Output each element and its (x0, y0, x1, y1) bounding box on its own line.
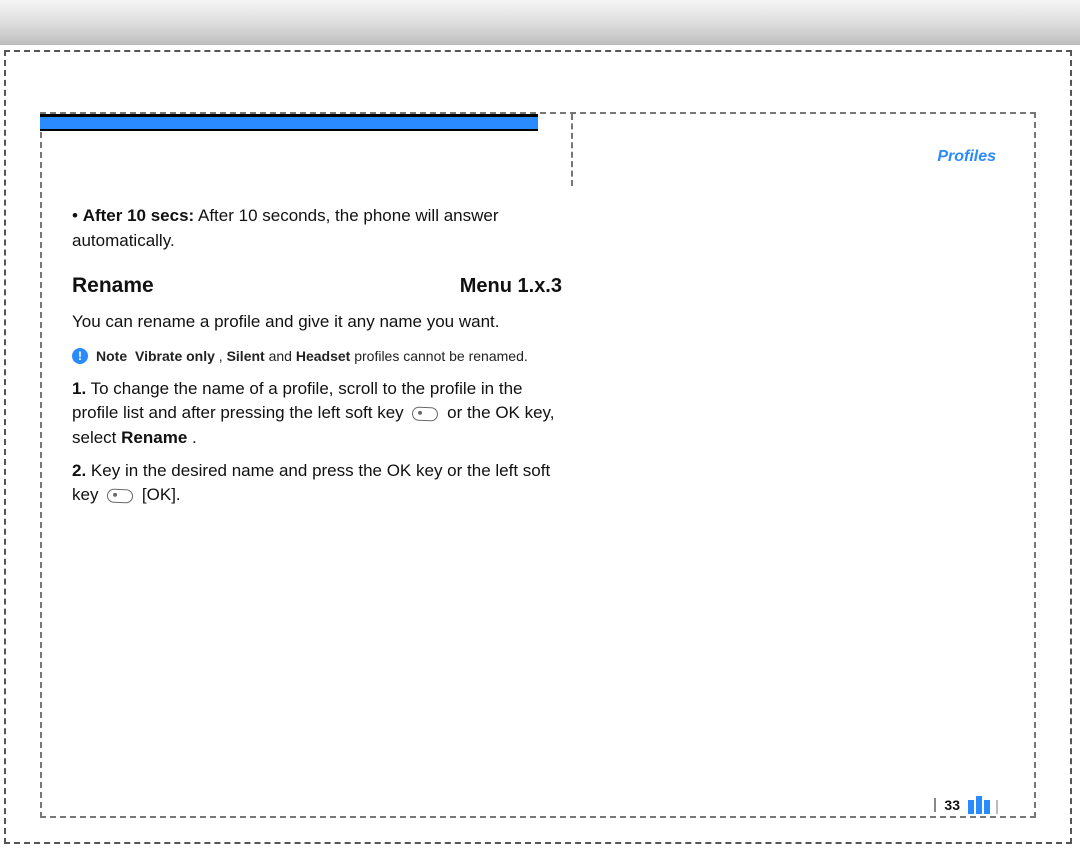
note-label: Note (96, 348, 127, 364)
page-number: 33 (944, 797, 960, 813)
note-sep-2: and (269, 348, 296, 364)
note-block: ! Note Vibrate only , Silent and Headset… (72, 346, 562, 366)
intro-paragraph: You can rename a profile and give it any… (72, 310, 562, 335)
bullet-mark: • (72, 206, 83, 225)
footer-divider-icon (934, 798, 936, 812)
inner-frame: Profiles • After 10 secs: After 10 secon… (40, 112, 1036, 818)
section-tabs-icon (968, 796, 998, 814)
heading-menu-path: Menu 1.x.3 (460, 272, 562, 301)
step-1-c: . (192, 428, 197, 447)
note-bold-1: Vibrate only (135, 348, 215, 364)
heading-title: Rename (72, 271, 154, 301)
note-bold-2: Silent (227, 348, 265, 364)
top-chrome-band (0, 0, 1080, 45)
section-label: Profiles (937, 148, 996, 166)
bullet-lead: After 10 secs: (83, 206, 195, 225)
note-bold-3: Headset (296, 348, 350, 364)
softkey-icon (412, 406, 438, 421)
page-stage: Profiles • After 10 secs: After 10 secon… (0, 0, 1080, 864)
note-body: Note Vibrate only , Silent and Headset p… (96, 346, 528, 366)
note-sep-1: , (219, 348, 227, 364)
page-footer: 33 (934, 796, 998, 814)
note-tail: profiles cannot be renamed. (354, 348, 528, 364)
blue-header-bar (40, 114, 538, 131)
step-1-bold: Rename (121, 428, 187, 447)
step-1: 1. To change the name of a profile, scro… (72, 377, 562, 451)
softkey-icon (107, 488, 133, 503)
page-frame: Profiles • After 10 secs: After 10 secon… (4, 50, 1072, 844)
main-content-column: • After 10 secs: After 10 seconds, the p… (72, 204, 562, 516)
column-divider (571, 114, 573, 186)
step-2-b: [OK]. (142, 485, 181, 504)
step-2: 2. Key in the desired name and press the… (72, 459, 562, 508)
step-1-num: 1. (72, 379, 86, 398)
heading-row: Rename Menu 1.x.3 (72, 271, 562, 301)
bullet-after-10-secs: • After 10 secs: After 10 seconds, the p… (72, 204, 562, 253)
step-2-num: 2. (72, 461, 86, 480)
info-icon: ! (72, 348, 88, 364)
